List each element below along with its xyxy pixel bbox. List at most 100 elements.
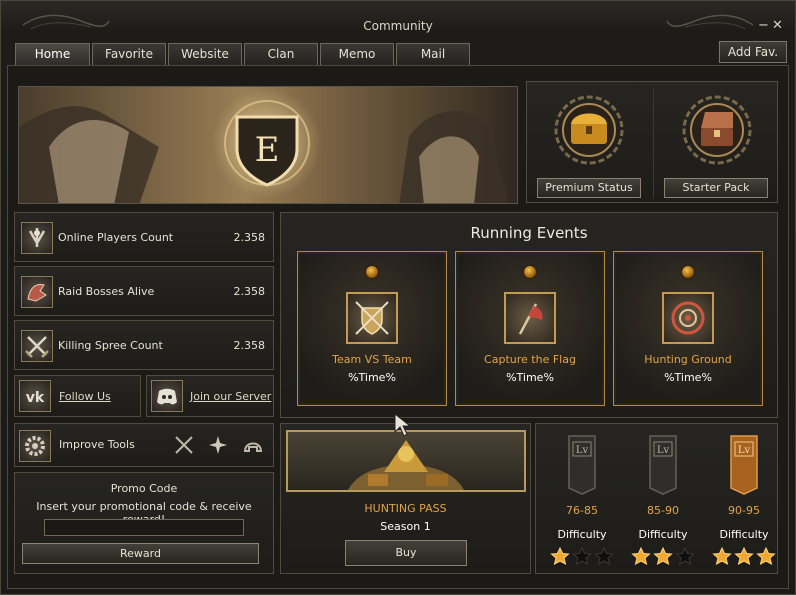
event-card[interactable]: Capture the Flag %Time% [455,251,605,406]
hero-banner: E [18,86,518,204]
event-name: Hunting Ground [644,353,732,366]
star-empty-icon [572,547,592,565]
event-status-indicator [681,265,695,279]
star-filled-icon [756,547,776,565]
mouse-cursor-icon [394,412,412,437]
difficulty-stars [550,547,620,565]
banner-artwork: E [19,87,517,203]
tab-clan[interactable]: Clan [244,43,318,65]
level-badge-icon: Lv [649,435,677,495]
stat-label: Killing Spree Count [58,339,163,352]
follow-us-link[interactable]: Follow Us [59,390,111,403]
difficulty-label: Difficulty [719,528,769,541]
premium-status-button[interactable]: Premium Status [537,178,641,198]
star-filled-icon [631,547,651,565]
level-difficulty-panel: Lv 76-85 Difficulty Lv 85-90 Difficulty Lv 90-9… [535,423,778,574]
level-range: 76-85 [566,504,598,517]
stat-killing-spree: Killing Spree Count 2.358 [14,320,274,370]
open-chest-icon [682,95,752,165]
star-filled-icon [712,547,732,565]
difficulty-label: Difficulty [638,528,688,541]
svg-text:vk: vk [26,390,45,406]
difficulty-label: Difficulty [557,528,607,541]
title-ornament-right [666,14,754,30]
stat-value: 2.358 [233,285,266,298]
star-filled-icon [734,547,754,565]
tab-website[interactable]: Website [168,43,242,65]
title-bar[interactable]: Community − ✕ [1,1,795,41]
level-badge-icon: Lv [730,435,758,495]
level-column[interactable]: Lv 76-85 Difficulty [550,424,614,574]
minimize-button[interactable]: − [758,18,769,33]
event-name: Capture the Flag [484,353,576,366]
svg-text:E: E [255,130,280,170]
tab-home[interactable]: Home [15,43,90,66]
stat-raid-bosses: Raid Bosses Alive 2.358 [14,266,274,316]
level-badge-text: Lv [657,445,670,456]
shop-panel: Premium Status Starter Pack [526,81,778,203]
vk-icon: vk [19,380,51,412]
helmet-tool-icon[interactable] [241,433,265,457]
level-column[interactable]: Lv 90-95 Difficulty [712,424,776,574]
event-card[interactable]: Hunting Ground %Time% [613,251,763,406]
sparkle-tool-icon[interactable] [207,434,229,456]
discord-icon [151,380,183,412]
join-server-link[interactable]: Join our Server [190,390,271,403]
event-card[interactable]: Team VS Team %Time% [297,251,447,406]
star-filled-icon [653,547,673,565]
treasure-chest-icon [554,95,624,165]
reward-button[interactable]: Reward [22,543,259,564]
improve-tools-panel: Improve Tools [14,423,274,467]
difficulty-stars [712,547,782,565]
shield-swords-icon [346,292,398,344]
angel-statue-icon [21,222,53,254]
star-empty-icon [675,547,695,565]
running-events-panel: Running Events Team VS Team %Time% Captu… [280,212,778,418]
level-column[interactable]: Lv 85-90 Difficulty [631,424,695,574]
flag-icon [504,292,556,344]
hunting-pass-season: Season 1 [380,520,431,533]
stat-label: Raid Bosses Alive [58,285,155,298]
hunting-pass-image [286,430,526,492]
improve-tools-label: Improve Tools [59,438,135,451]
level-range: 85-90 [647,504,679,517]
event-name: Team VS Team [332,353,412,366]
treasure-pile-icon [348,440,464,490]
promo-code-input[interactable] [44,519,244,536]
dragon-boss-icon [21,276,53,308]
gear-icon [19,430,51,462]
event-time: %Time% [664,371,712,384]
tab-mail[interactable]: Mail [396,43,470,65]
level-range: 90-95 [728,504,760,517]
minimize-icon: − [758,18,769,33]
close-icon: ✕ [772,18,783,33]
event-time: %Time% [506,371,554,384]
level-badge-text: Lv [738,445,751,456]
target-icon [662,292,714,344]
event-time: %Time% [348,371,396,384]
star-filled-icon [550,547,570,565]
home-content: E Premium Status Starter Pack Online Pla… [7,65,789,589]
community-window: Community − ✕ Home Favorite Website Clan… [0,0,796,595]
difficulty-stars [631,547,701,565]
stat-value: 2.358 [233,339,266,352]
join-server-panel[interactable]: Join our Server [146,375,274,417]
follow-us-panel[interactable]: vk Follow Us [14,375,141,417]
add-favorite-button[interactable]: Add Fav. [719,41,787,63]
close-button[interactable]: ✕ [772,18,783,33]
promo-title: Promo Code [110,482,178,495]
event-status-indicator [365,265,379,279]
tab-memo[interactable]: Memo [320,43,394,65]
level-badge-icon: Lv [568,435,596,495]
level-badge-text: Lv [576,445,589,456]
hunting-pass-title: HUNTING PASS [364,502,447,515]
crossed-swords-icon [21,330,53,362]
stat-online-players: Online Players Count 2.358 [14,212,274,262]
tab-favorite[interactable]: Favorite [92,43,166,65]
event-status-indicator [523,265,537,279]
starter-pack-button[interactable]: Starter Pack [664,178,768,198]
hunting-pass-panel: HUNTING PASS Season 1 Buy [280,412,531,574]
buy-button[interactable]: Buy [345,540,467,566]
star-empty-icon [594,547,614,565]
crossed-blades-tool-icon[interactable] [173,434,195,456]
